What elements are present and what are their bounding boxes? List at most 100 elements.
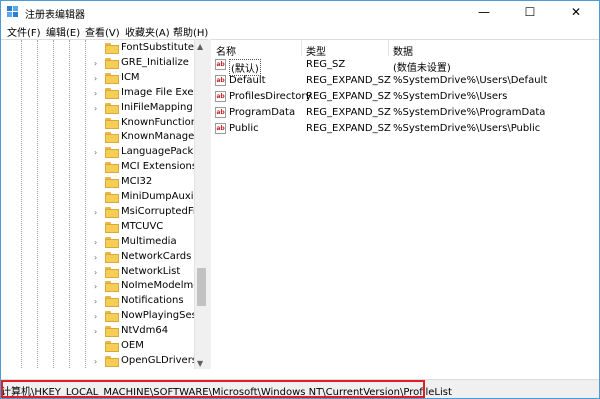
tree-item[interactable]: › IniFileMapping: [1, 101, 194, 116]
expand-chevron-icon[interactable]: ›: [94, 253, 97, 262]
folder-icon: [105, 266, 119, 278]
expand-chevron-icon[interactable]: ›: [94, 327, 97, 336]
menu-edit[interactable]: 编辑(E): [46, 24, 80, 39]
expand-chevron-icon[interactable]: ›: [94, 268, 97, 277]
tree-item-label: MiniDumpAuxiliar: [121, 191, 194, 202]
tree-scrollbar[interactable]: ▲ ▼: [194, 40, 208, 369]
tree-item[interactable]: KnownManagedDe: [1, 130, 194, 145]
tree-item[interactable]: › Notifications: [1, 294, 194, 309]
tree-item-label: NetworkList: [121, 265, 181, 277]
registry-key-tree[interactable]: ▲ ▼ FontSubstitutes › GRE_Initialize › ICM › I…: [1, 39, 208, 369]
registry-values-list[interactable]: 名称 类型 数据 ab (默认) REG_SZ (数值未设置) ab Default REG…: [211, 39, 599, 369]
registry-value-row[interactable]: ab Default REG_EXPAND_SZ %SystemDrive%\User…: [211, 73, 599, 89]
folder-icon: [105, 311, 119, 323]
scroll-up-icon[interactable]: ▲: [197, 42, 203, 51]
minimize-button[interactable]: —: [461, 1, 507, 23]
expand-chevron-icon[interactable]: ›: [94, 238, 97, 247]
registry-value-row[interactable]: ab Public REG_EXPAND_SZ %SystemDrive%\Users…: [211, 121, 599, 137]
scroll-down-icon[interactable]: ▼: [197, 359, 203, 368]
tree-item-label: MTCUVC: [121, 220, 164, 232]
value-data: %SystemDrive%\Users\Public: [393, 123, 541, 134]
tree-item-label: OEM: [121, 340, 144, 351]
close-button[interactable]: ✕: [553, 1, 599, 23]
value-name: ProgramData: [229, 107, 296, 118]
value-type: REG_EXPAND_SZ: [306, 75, 391, 86]
value-data: %SystemDrive%\ProgramData: [393, 107, 546, 118]
menu-favorites[interactable]: 收藏夹(A): [125, 24, 170, 39]
tree-item-label: MCI32: [121, 176, 153, 188]
column-separator[interactable]: [388, 40, 389, 56]
expand-chevron-icon[interactable]: ›: [94, 208, 97, 217]
folder-icon: [105, 162, 119, 174]
expand-chevron-icon[interactable]: ›: [94, 89, 97, 98]
column-header-data[interactable]: 数据: [393, 43, 413, 58]
folder-icon: [105, 43, 119, 54]
registry-value-row[interactable]: ab (默认) REG_SZ (数值未设置): [211, 57, 599, 76]
expand-chevron-icon[interactable]: ›: [94, 104, 97, 113]
expand-chevron-icon[interactable]: ›: [94, 312, 97, 321]
string-value-icon: ab: [215, 91, 226, 102]
folder-icon: [105, 251, 119, 263]
tree-item-label: Notifications: [121, 295, 184, 307]
tree-item[interactable]: › GRE_Initialize: [1, 56, 194, 71]
expand-chevron-icon[interactable]: ›: [94, 297, 97, 306]
maximize-button[interactable]: ☐: [507, 1, 553, 23]
folder-icon: [105, 326, 119, 338]
folder-icon: [105, 341, 119, 352]
menu-file[interactable]: 文件(F): [7, 24, 41, 39]
tree-item[interactable]: › OpenGLDrivers: [1, 354, 194, 369]
tree-item[interactable]: › MsiCorruptedFile: [1, 205, 194, 220]
title-bar[interactable]: 注册表编辑器 — ☐ ✕: [1, 1, 599, 23]
value-type: REG_SZ: [306, 59, 346, 70]
tree-item[interactable]: › NowPlayingSessi: [1, 309, 194, 324]
value-name: Public: [229, 123, 259, 134]
tree-item-label: GRE_Initialize: [121, 56, 189, 68]
menu-view[interactable]: 查看(V): [85, 24, 120, 39]
folder-icon: [105, 132, 119, 144]
tree-item-label: MCI Extensions: [121, 161, 194, 173]
tree-item[interactable]: MCI32: [1, 175, 194, 190]
tree-item[interactable]: MTCUVC: [1, 220, 194, 235]
expand-chevron-icon[interactable]: ›: [94, 59, 97, 68]
tree-item[interactable]: KnownFunctionTa: [1, 116, 194, 131]
tree-item[interactable]: OEM: [1, 339, 194, 354]
scrollbar-thumb[interactable]: [197, 268, 206, 306]
folder-icon: [105, 236, 119, 248]
tree-item[interactable]: › NoImeModelmes: [1, 279, 194, 294]
tree-item[interactable]: › NetworkList: [1, 265, 194, 280]
tree-item[interactable]: › Image File Executi: [1, 86, 194, 101]
expand-chevron-icon[interactable]: ›: [94, 282, 97, 291]
tree-item[interactable]: MiniDumpAuxiliar: [1, 190, 194, 205]
registry-value-row[interactable]: ab ProgramData REG_EXPAND_SZ %SystemDrive%\…: [211, 105, 599, 121]
expand-chevron-icon[interactable]: ›: [94, 357, 97, 366]
folder-icon: [105, 221, 119, 233]
tree-item[interactable]: › NtVdm64: [1, 324, 194, 339]
expand-chevron-icon[interactable]: ›: [94, 74, 97, 83]
expand-chevron-icon[interactable]: ›: [94, 148, 97, 157]
regedit-app-icon: [7, 6, 18, 17]
folder-icon: [105, 177, 119, 189]
tree-item[interactable]: › LanguagePack: [1, 145, 194, 160]
value-type: REG_EXPAND_SZ: [306, 107, 391, 118]
tree-item-label: NoImeModelmes: [121, 280, 194, 292]
folder-icon: [105, 147, 119, 159]
folder-icon: [105, 206, 119, 218]
tree-item-label: FontSubstitutes: [121, 42, 194, 53]
menu-help[interactable]: 帮助(H): [173, 24, 208, 39]
folder-icon: [105, 281, 119, 293]
string-value-icon: ab: [215, 59, 226, 70]
column-header-name[interactable]: 名称: [216, 43, 236, 58]
tree-item[interactable]: MCI Extensions: [1, 160, 194, 175]
tree-item[interactable]: FontSubstitutes: [1, 41, 194, 56]
registry-value-row[interactable]: ab ProfilesDirectory REG_EXPAND_SZ %SystemD…: [211, 89, 599, 105]
column-separator[interactable]: [301, 40, 302, 56]
folder-icon: [105, 296, 119, 308]
tree-item-label: Multimedia: [121, 235, 177, 247]
tree-item[interactable]: › ICM: [1, 71, 194, 86]
folder-icon: [105, 192, 119, 203]
folder-icon: [105, 72, 119, 84]
window-title: 注册表编辑器: [25, 10, 85, 21]
column-header-type[interactable]: 类型: [306, 43, 326, 58]
tree-item[interactable]: › NetworkCards: [1, 250, 194, 265]
tree-item[interactable]: › Multimedia: [1, 235, 194, 250]
